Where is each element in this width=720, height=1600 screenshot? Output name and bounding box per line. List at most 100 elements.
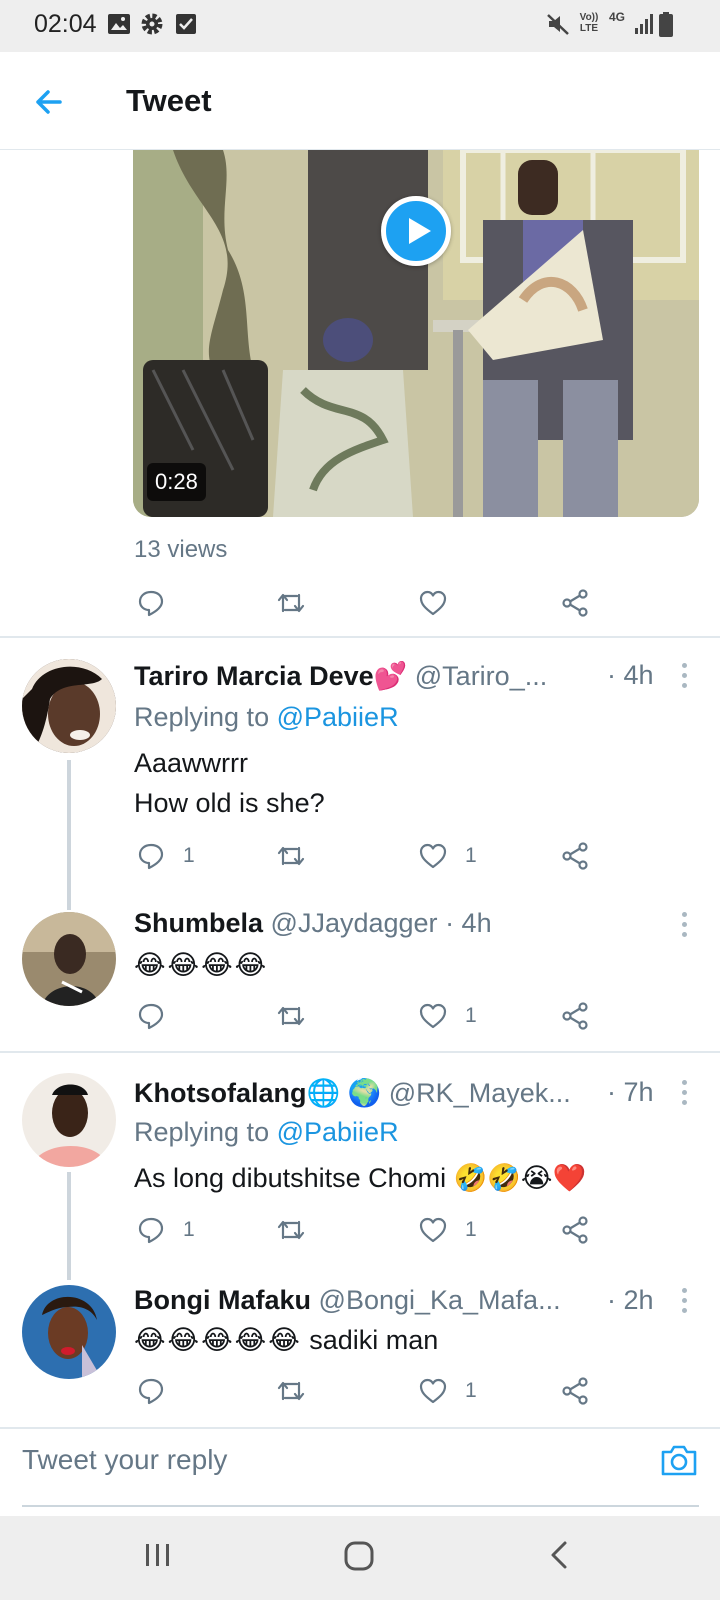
- display-name[interactable]: Khotsofalang: [134, 1078, 307, 1108]
- reply-actions: 1: [137, 998, 657, 1038]
- reply-button[interactable]: [137, 998, 165, 1034]
- retweet-button[interactable]: [275, 1212, 307, 1248]
- page-title: Tweet: [126, 83, 212, 118]
- replying-to: Replying to @PabiieR: [134, 1117, 399, 1148]
- video-player[interactable]: 0:28: [133, 150, 699, 517]
- reply-text: 😂😂😂😂: [134, 950, 269, 980]
- signal-icon: [635, 14, 653, 34]
- timestamp: · 7h: [607, 1077, 654, 1107]
- reply-button[interactable]: 1: [137, 838, 195, 874]
- share-icon: [562, 1216, 588, 1244]
- reply-actions: 1 1: [137, 1212, 657, 1252]
- like-count: 1: [465, 844, 477, 867]
- reply-text-line-2: How old is she?: [134, 788, 325, 818]
- divider: [0, 1427, 720, 1429]
- reply-header: Khotsofalang🌐 🌍 @RK_Mayek...: [134, 1077, 571, 1109]
- retweet-button[interactable]: [275, 998, 307, 1034]
- reply-icon: [138, 1217, 164, 1244]
- like-count: 1: [465, 1379, 477, 1402]
- avatar[interactable]: [22, 1285, 116, 1379]
- share-icon: [562, 589, 588, 617]
- reply-count: 1: [183, 1218, 195, 1241]
- video-duration: 0:28: [147, 463, 206, 501]
- share-button[interactable]: [561, 838, 589, 874]
- reply-count: 1: [183, 844, 195, 867]
- share-icon: [562, 842, 588, 870]
- thread-line: [67, 760, 71, 910]
- timestamp: · 2h: [607, 1285, 654, 1315]
- replying-prefix: Replying to: [134, 702, 270, 732]
- like-button[interactable]: 1: [419, 838, 477, 874]
- divider: [0, 636, 720, 638]
- share-button[interactable]: [561, 1373, 589, 1409]
- system-nav-bar: [0, 1516, 720, 1600]
- input-underline: [22, 1505, 699, 1507]
- battery-icon: [659, 12, 673, 37]
- heart-icon: [419, 590, 447, 616]
- thread-line: [67, 1172, 71, 1280]
- heart-icon: [419, 1378, 447, 1404]
- share-button[interactable]: [561, 998, 589, 1034]
- play-icon: [409, 218, 431, 244]
- like-button[interactable]: [419, 585, 447, 621]
- name-emoji: 💕: [373, 661, 408, 691]
- reply-text-emoji: 😂😂😂😂😂: [134, 1325, 302, 1355]
- like-button[interactable]: 1: [419, 1373, 477, 1409]
- settings-gear-icon: [141, 13, 163, 35]
- timestamp: · 4h: [445, 908, 492, 938]
- share-button[interactable]: [561, 585, 589, 621]
- like-button[interactable]: 1: [419, 998, 477, 1034]
- reply-button[interactable]: [137, 585, 165, 621]
- more-icon[interactable]: [682, 1080, 688, 1110]
- mute-icon: [547, 14, 569, 35]
- display-name[interactable]: Shumbela: [134, 908, 263, 938]
- display-name[interactable]: Bongi Mafaku: [134, 1285, 311, 1315]
- more-icon[interactable]: [682, 663, 688, 693]
- back-button[interactable]: [547, 1540, 571, 1570]
- share-button[interactable]: [561, 1212, 589, 1248]
- handle[interactable]: @JJaydagger: [271, 908, 438, 938]
- handle[interactable]: @Tariro_...: [415, 661, 547, 691]
- avatar[interactable]: [22, 912, 116, 1006]
- 4g-icon: 4G: [609, 10, 626, 24]
- heart-icon: [419, 1003, 447, 1029]
- more-icon[interactable]: [682, 912, 688, 942]
- share-icon: [562, 1002, 588, 1030]
- mention-link[interactable]: @PabiieR: [277, 702, 399, 732]
- play-button[interactable]: [381, 196, 451, 266]
- handle[interactable]: @Bongi_Ka_Mafa...: [319, 1285, 561, 1315]
- more-icon[interactable]: [682, 1288, 688, 1318]
- checkbox-icon: [176, 14, 196, 34]
- retweet-icon: [277, 1006, 305, 1026]
- reply-header: Bongi Mafaku @Bongi_Ka_Mafa...: [134, 1285, 561, 1316]
- display-name[interactable]: Tariro Marcia Deve: [134, 661, 374, 691]
- camera-icon[interactable]: [660, 1443, 698, 1477]
- reply-actions: 1 1: [137, 838, 657, 878]
- reply-text-main: sadiki man: [309, 1325, 439, 1355]
- recents-button[interactable]: [143, 1540, 173, 1570]
- reply-input[interactable]: Tweet your reply: [22, 1444, 227, 1476]
- retweet-button[interactable]: [275, 585, 307, 621]
- mention-link[interactable]: @PabiieR: [277, 1117, 399, 1147]
- like-count: 1: [465, 1218, 477, 1241]
- status-time: 02:04: [34, 10, 97, 38]
- retweet-button[interactable]: [275, 1373, 307, 1409]
- reply-text-line-1: Aaawwrrr: [134, 748, 249, 778]
- tweet-actions: [137, 585, 657, 625]
- home-button[interactable]: [343, 1540, 375, 1572]
- reply-button[interactable]: 1: [137, 1212, 195, 1248]
- divider: [0, 1051, 720, 1053]
- avatar[interactable]: [22, 659, 116, 753]
- replying-prefix: Replying to: [134, 1117, 270, 1147]
- retweet-icon: [277, 846, 305, 866]
- avatar[interactable]: [22, 1073, 116, 1167]
- handle[interactable]: @RK_Mayek...: [389, 1078, 571, 1108]
- arrow-left-icon[interactable]: [30, 82, 70, 122]
- replying-to: Replying to @PabiieR: [134, 702, 399, 733]
- retweet-button[interactable]: [275, 838, 307, 874]
- like-button[interactable]: 1: [419, 1212, 477, 1248]
- reply-button[interactable]: [137, 1373, 165, 1409]
- name-emoji: 🌐 🌍: [306, 1078, 382, 1108]
- like-count: 1: [465, 1004, 477, 1027]
- view-count: 13 views: [134, 536, 228, 563]
